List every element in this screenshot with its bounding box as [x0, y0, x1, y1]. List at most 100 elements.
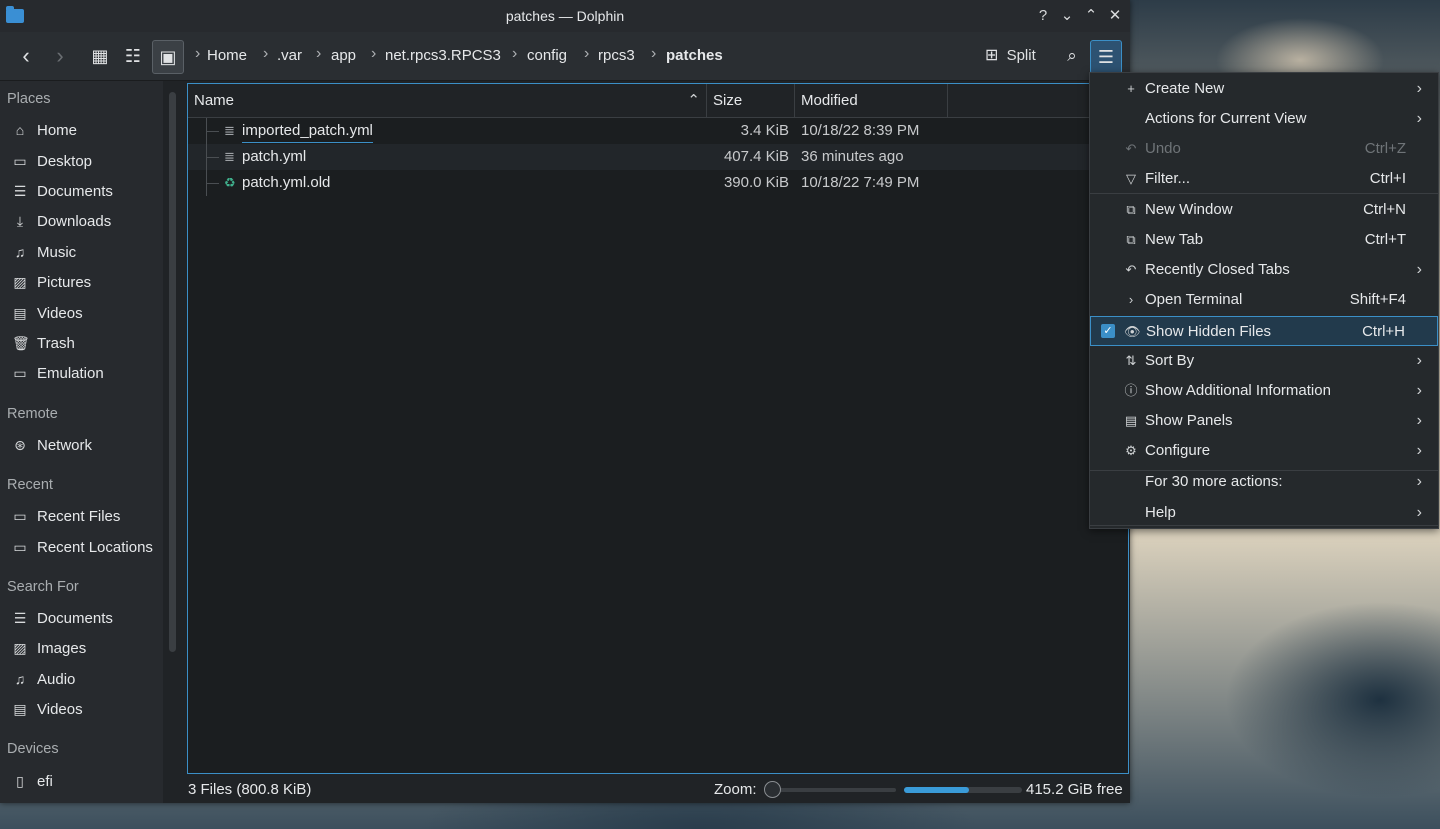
sidebar-item-documents[interactable]: ☰ Documents: [12, 183, 113, 200]
menu-separator: [1090, 193, 1438, 194]
menu-item-label: Undo: [1145, 140, 1181, 157]
sidebar-item-efi[interactable]: ▯ efi: [12, 773, 53, 790]
menu-icon: ⚙: [1125, 443, 1137, 458]
title-bar[interactable]: patches — Dolphin ? ⌄ ⌃ ✕: [0, 0, 1130, 32]
menu-item-undo[interactable]: ↶ Undo Ctrl+Z: [1090, 134, 1438, 164]
checkbox-checked-icon[interactable]: ✓: [1101, 324, 1115, 338]
status-bar: 3 Files (800.8 KiB) Zoom: 415.2 GiB free: [187, 776, 1130, 803]
menu-item-sort-by[interactable]: ⇅ Sort By ›: [1090, 346, 1438, 376]
sidebar-section-search-for: Search For: [7, 579, 79, 595]
submenu-arrow-icon: ›: [1416, 110, 1422, 127]
drive-icon: ▯: [16, 773, 24, 789]
file-view[interactable]: Name ⌃ Size Modified ≣ imported_patch.yml…: [187, 83, 1129, 774]
details-view-button[interactable]: ▣: [152, 40, 184, 74]
sidebar-item-downloads[interactable]: ⤓ Downloads: [12, 213, 111, 230]
icons-view-button[interactable]: ▦: [86, 40, 114, 72]
file-name[interactable]: patch.yml: [242, 144, 306, 170]
sidebar-item-network[interactable]: ⊛ Network: [12, 437, 92, 454]
sidebar-item-audio[interactable]: ♫ Audio: [12, 671, 76, 688]
sidebar-item-label: Documents: [37, 183, 113, 200]
submenu-arrow-icon: ›: [1416, 504, 1422, 521]
file-row[interactable]: ♻ patch.yml.old 390.0 KiB 10/18/22 7:49 PM: [188, 170, 1128, 196]
sidebar-item-label: Videos: [37, 701, 83, 718]
sidebar-item-documents[interactable]: ☰ Documents: [12, 610, 113, 627]
free-space-text: 415.2 GiB free: [1026, 781, 1123, 798]
menu-item-for-30-more-actions[interactable]: For 30 more actions: ›: [1090, 467, 1438, 497]
menu-item-actions-for-current-view[interactable]: Actions for Current View ›: [1090, 104, 1438, 134]
sidebar-item-images[interactable]: ▨ Images: [12, 640, 86, 657]
column-header-size[interactable]: Size: [707, 84, 795, 117]
menu-icon: ⧉: [1126, 202, 1136, 217]
menu-item-label: Open Terminal: [1145, 291, 1243, 308]
forward-button[interactable]: ›: [48, 40, 72, 72]
sidebar-scrollbar[interactable]: [169, 92, 176, 652]
sidebar-item-label: Recent Locations: [37, 539, 153, 556]
breadcrumb-config[interactable]: config: [527, 47, 567, 64]
menu-item-help[interactable]: Help ›: [1090, 498, 1438, 528]
column-size-label: Size: [713, 92, 743, 109]
sidebar-item-music[interactable]: ♫ Music: [12, 244, 76, 261]
file-row[interactable]: ≣ patch.yml 407.4 KiB 36 minutes ago: [188, 144, 1128, 170]
menu-item-show-panels[interactable]: ▤ Show Panels ›: [1090, 406, 1438, 436]
menu-item-label: Create New: [1145, 80, 1225, 97]
breadcrumb-home[interactable]: Home: [207, 47, 247, 64]
menu-item-label: New Window: [1145, 201, 1233, 218]
breadcrumb-separator: ›: [195, 45, 201, 62]
menu-item-recently-closed-tabs[interactable]: ↶ Recently Closed Tabs ›: [1090, 255, 1438, 285]
sidebar-item-trash[interactable]: 🗑 Trash: [12, 335, 75, 352]
pictures-icon: ▨: [13, 274, 27, 290]
breadcrumb-patches[interactable]: patches: [666, 47, 723, 64]
hamburger-menu-button[interactable]: ☰: [1090, 40, 1122, 74]
close-button[interactable]: ✕: [1105, 6, 1125, 26]
menu-item-show-hidden-files[interactable]: ✓ 👁 Show Hidden Files Ctrl+H: [1090, 316, 1438, 346]
column-headers: Name ⌃ Size Modified: [188, 84, 1128, 118]
menu-item-label: Show Additional Information: [1145, 382, 1331, 399]
sidebar-item-recent-locations[interactable]: ▭ Recent Locations: [12, 539, 153, 556]
breadcrumb-var[interactable]: .var: [277, 47, 302, 64]
search-button[interactable]: ⌕: [1058, 40, 1086, 72]
maximize-button[interactable]: ⌃: [1081, 6, 1101, 26]
sidebar-item-label: Images: [37, 640, 87, 657]
sidebar-item-home[interactable]: ⌂ Home: [12, 122, 77, 139]
column-header-modified[interactable]: Modified: [795, 84, 948, 117]
menu-item-configure[interactable]: ⚙ Configure ›: [1090, 436, 1438, 466]
file-size: 390.0 KiB: [723, 174, 789, 191]
sidebar-item-desktop[interactable]: ▭ Desktop: [12, 153, 92, 170]
sidebar-item-recent-files[interactable]: ▭ Recent Files: [12, 508, 120, 525]
split-button[interactable]: ⊞ Split: [985, 40, 1047, 72]
back-button[interactable]: ‹: [12, 40, 40, 72]
menu-icon: +: [1127, 81, 1135, 96]
submenu-arrow-icon: ›: [1416, 382, 1422, 399]
sidebar-item-label: Emulation: [37, 365, 104, 382]
file-size: 3.4 KiB: [740, 122, 789, 139]
breadcrumb-rpcs3-app[interactable]: net.rpcs3.RPCS3: [385, 47, 501, 64]
column-header-name[interactable]: Name ⌃: [188, 84, 707, 117]
sidebar-item-videos[interactable]: ▤ Videos: [12, 701, 83, 718]
menu-item-new-tab[interactable]: ⧉ New Tab Ctrl+T: [1090, 225, 1438, 255]
breadcrumb-app[interactable]: app: [331, 47, 356, 64]
breadcrumb-rpcs3[interactable]: rpcs3: [598, 47, 635, 64]
compact-view-button[interactable]: ☷: [119, 40, 147, 72]
zoom-slider[interactable]: [770, 788, 896, 792]
trash-icon: 🗑: [12, 335, 30, 351]
sidebar-item-label: Music: [37, 244, 77, 261]
sidebar-item-emulation[interactable]: ▭ Emulation: [12, 365, 104, 382]
menu-item-show-additional-information[interactable]: ⓘ Show Additional Information ›: [1090, 376, 1438, 406]
sidebar-item-videos[interactable]: ▤ Videos: [12, 305, 83, 322]
tree-line: [206, 118, 221, 144]
grid-icon: ▦: [91, 46, 109, 66]
file-name[interactable]: patch.yml.old: [242, 170, 330, 196]
file-row[interactable]: ≣ imported_patch.yml 3.4 KiB 10/18/22 8:39 …: [188, 118, 1128, 144]
menu-item-open-terminal[interactable]: › Open Terminal Shift+F4: [1090, 285, 1438, 315]
menu-item-new-window[interactable]: ⧉ New Window Ctrl+N: [1090, 195, 1438, 225]
file-name[interactable]: imported_patch.yml: [242, 120, 373, 143]
sidebar-item-label: Videos: [37, 305, 83, 322]
minimize-button[interactable]: ⌄: [1057, 6, 1077, 26]
menu-item-filter[interactable]: ▽ Filter... Ctrl+I: [1090, 164, 1438, 194]
sidebar-section-recent: Recent: [7, 477, 53, 493]
submenu-arrow-icon: ›: [1416, 352, 1422, 369]
menu-item-create-new[interactable]: + Create New ›: [1090, 74, 1438, 104]
help-button[interactable]: ?: [1033, 6, 1053, 26]
sidebar-item-pictures[interactable]: ▨ Pictures: [12, 274, 91, 291]
zoom-slider-handle[interactable]: [764, 781, 781, 798]
